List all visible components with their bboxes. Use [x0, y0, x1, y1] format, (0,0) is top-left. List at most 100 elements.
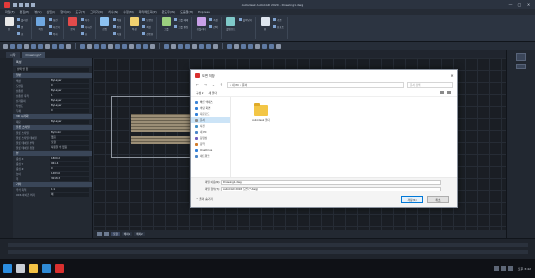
close-button[interactable]: ✕: [526, 2, 531, 7]
toolbar-tool-icon[interactable]: [24, 43, 29, 49]
ribbon-small-button[interactable]: 기준: [273, 17, 284, 22]
ribbon-small-button[interactable]: 폴리선: [17, 17, 28, 22]
toolbar-tool-icon[interactable]: [94, 43, 99, 49]
ribbon-small-button[interactable]: 그룹 편집: [174, 24, 188, 29]
ribbon-small-button[interactable]: 그룹 해제: [174, 17, 188, 22]
ribbon-big-button[interactable]: 이동: [35, 17, 47, 35]
tab-layout1[interactable]: 배치1: [121, 232, 133, 236]
toolbar-tool-icon[interactable]: [185, 43, 190, 49]
ribbon-big-button[interactable]: 삽입: [99, 17, 111, 35]
ribbon-small-button[interactable]: 지시선: [80, 24, 92, 29]
property-value[interactable]: ByLayer: [50, 119, 89, 124]
ribbon-small-button[interactable]: 원: [17, 24, 28, 29]
toolbar-tool-icon[interactable]: [122, 43, 127, 49]
property-value[interactable]: 1: [50, 93, 89, 98]
ribbon-big-button[interactable]: 유틸리티: [195, 17, 207, 35]
toolbar-tool-icon[interactable]: [164, 43, 169, 49]
property-value[interactable]: ByLayer: [50, 103, 89, 108]
toolbar-tool-icon[interactable]: [17, 43, 22, 49]
toolbar-tool-icon[interactable]: [213, 43, 218, 49]
toolbar-tool-icon[interactable]: [269, 43, 274, 49]
toolbar-tool-icon[interactable]: [150, 43, 155, 49]
search-icon[interactable]: [16, 264, 25, 273]
open-icon[interactable]: [19, 2, 23, 7]
chevron-down-icon[interactable]: ⌄: [211, 83, 216, 87]
toolbar-tool-icon[interactable]: [262, 43, 267, 49]
edge-icon[interactable]: [42, 264, 51, 273]
nav-pane-item[interactable]: 네트워크: [191, 153, 230, 159]
property-value[interactable]: 0: [50, 108, 89, 113]
app-logo-icon[interactable]: [4, 1, 10, 8]
menu-item[interactable]: 형식(O): [60, 10, 70, 14]
address-bar[interactable]: › 내 PC › 문서: [227, 81, 404, 88]
toolbar-tool-icon[interactable]: [206, 43, 211, 49]
property-value[interactable]: 1800.2: [50, 156, 89, 161]
property-value[interactable]: 1:1: [50, 187, 89, 192]
forward-icon[interactable]: →: [203, 83, 208, 87]
menu-item[interactable]: 치수(N): [108, 10, 118, 14]
menu-item[interactable]: 파일(F): [5, 10, 15, 14]
ribbon-small-button[interactable]: 선택: [209, 24, 218, 29]
ribbon-big-button[interactable]: 클립보드: [225, 17, 237, 35]
toolbar-tool-icon[interactable]: [45, 43, 50, 49]
toolbar-tool-icon[interactable]: [101, 43, 106, 49]
toolbar-tool-icon[interactable]: [171, 43, 176, 49]
toolbar-tool-icon[interactable]: [52, 43, 57, 49]
start-icon[interactable]: [3, 264, 12, 273]
file-list[interactable]: Autodesk 폴더: [231, 97, 457, 177]
toolbar-tool-icon[interactable]: [199, 43, 204, 49]
ribbon-small-button[interactable]: 작성: [112, 17, 121, 22]
ribbon-big-button[interactable]: 특성: [128, 17, 140, 35]
ribbon-small-button[interactable]: 복사: [48, 31, 60, 36]
menu-item[interactable]: 파라메트릭(P): [139, 10, 157, 14]
tab-next-icon[interactable]: [104, 232, 109, 236]
menu-item[interactable]: 수정(M): [123, 10, 133, 14]
ribbon-small-button[interactable]: 자르기: [48, 24, 60, 29]
new-icon[interactable]: [13, 2, 17, 7]
dialog-close-button[interactable]: ✕: [447, 73, 457, 78]
menu-item[interactable]: 뷰(V): [34, 10, 41, 14]
ribbon-small-button[interactable]: 표: [80, 31, 92, 36]
ribbon-big-button[interactable]: 그룹: [160, 17, 172, 35]
undo-icon[interactable]: [31, 2, 35, 7]
maximize-button[interactable]: ▢: [517, 2, 522, 7]
filename-input[interactable]: Drawing1.dwg: [221, 179, 441, 185]
toolbar-tool-icon[interactable]: [143, 43, 148, 49]
new-folder-button[interactable]: 새 폴더: [208, 91, 217, 95]
tab-prev-icon[interactable]: [97, 232, 102, 236]
property-value[interactable]: 모형: [50, 140, 89, 145]
ribbon-small-button[interactable]: 색상: [142, 24, 153, 29]
save-button[interactable]: 저장(S): [401, 195, 423, 203]
pan-icon[interactable]: [516, 64, 526, 69]
tab-model[interactable]: 모형: [111, 232, 120, 236]
tab-layout2[interactable]: 배치2: [134, 232, 145, 236]
ribbon-small-button[interactable]: 붙여넣기: [238, 17, 252, 22]
toolbar-tool-icon[interactable]: [136, 43, 141, 49]
ribbon-big-button[interactable]: 뷰: [259, 17, 271, 35]
toolbar-tool-icon[interactable]: [129, 43, 134, 49]
language-icon[interactable]: [507, 266, 513, 271]
toolbar-tool-icon[interactable]: [3, 43, 8, 49]
search-input[interactable]: 문서 검색: [407, 81, 453, 88]
toolbar-tool-icon[interactable]: [59, 43, 64, 49]
ribbon-small-button[interactable]: 속성: [112, 31, 121, 36]
menu-item[interactable]: 도움말(H): [180, 10, 193, 14]
ribbon-small-button[interactable]: 뷰포트: [273, 24, 284, 29]
property-value[interactable]: ByColor: [50, 130, 89, 135]
property-value[interactable]: 1483.6: [50, 171, 89, 176]
menu-item[interactable]: 편집(E): [20, 10, 30, 14]
toolbar-tool-icon[interactable]: [38, 43, 43, 49]
volume-icon[interactable]: [500, 266, 506, 271]
ribbon-small-button[interactable]: 선종류: [142, 31, 153, 36]
ribbon-small-button[interactable]: 도면층: [142, 17, 153, 22]
save-icon[interactable]: [25, 2, 29, 7]
view-options-icon[interactable]: [440, 91, 444, 94]
organize-button[interactable]: 구성 ▾: [196, 91, 203, 95]
property-value[interactable]: 없음: [50, 135, 89, 140]
toolbar-tool-icon[interactable]: [234, 43, 239, 49]
menu-item[interactable]: 그리기(D): [90, 10, 103, 14]
toolbar-tool-icon[interactable]: [108, 43, 113, 49]
property-value[interactable]: 0: [50, 166, 89, 171]
menu-item[interactable]: 윈도우(W): [162, 10, 176, 14]
clock[interactable]: 오후 3:42: [518, 267, 531, 271]
